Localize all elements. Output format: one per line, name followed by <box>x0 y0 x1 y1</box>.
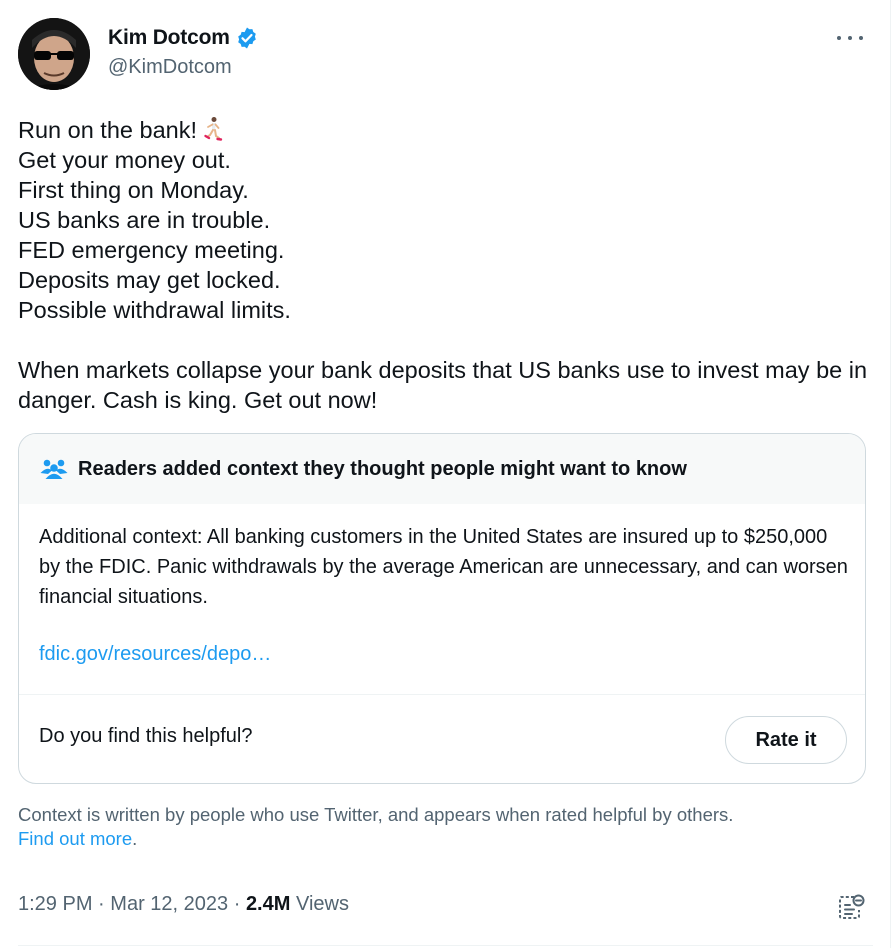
tweet-meta: 1:29 PM · Mar 12, 2023 · 2.4M Views <box>18 893 349 916</box>
tweet-line: Run on the bank! <box>18 115 878 145</box>
find-out-more-link[interactable]: Find out more <box>18 828 132 849</box>
tweet-date[interactable]: Mar 12, 2023 <box>110 893 228 915</box>
rate-it-button[interactable]: Rate it <box>725 716 847 764</box>
people-icon <box>39 458 69 480</box>
tweet-line: Get your money out. <box>18 147 231 173</box>
tweet-time[interactable]: 1:29 PM <box>18 893 92 915</box>
community-note-source-link[interactable]: fdic.gov/resources/depo… <box>39 643 271 666</box>
author-info: Kim Dotcom @KimDotcom <box>108 24 259 79</box>
tweet-line: First thing on Monday. <box>18 177 249 203</box>
tweet-paragraph: When markets collapse your bank deposits… <box>18 357 868 413</box>
views-count: 2.4M <box>245 893 291 915</box>
avatar[interactable] <box>18 18 90 90</box>
divider <box>19 694 865 695</box>
tweet-line: US banks are in trouble. <box>18 207 271 233</box>
person-running-emoji-icon <box>203 116 223 142</box>
tweet-header: Kim Dotcom @KimDotcom <box>18 18 873 92</box>
tweet-line: FED emergency meeting. <box>18 237 285 263</box>
separator: · <box>98 893 105 915</box>
community-note: Readers added context they thought peopl… <box>18 433 866 784</box>
helpful-prompt: Do you find this helpful? <box>39 725 253 747</box>
disclaimer-text: Context is written by people who use Twi… <box>18 804 734 825</box>
disclaimer-suffix: . <box>132 828 138 849</box>
tweet-text: Run on the bank! Get your money out. Fir… <box>18 115 878 415</box>
tweet: Kim Dotcom @KimDotcom Run on the bank! G… <box>0 0 891 948</box>
display-name[interactable]: Kim Dotcom <box>108 26 230 50</box>
divider <box>18 945 873 946</box>
verified-badge-icon[interactable] <box>235 26 259 50</box>
community-note-title: Readers added context they thought peopl… <box>78 457 687 480</box>
separator: · <box>233 893 241 915</box>
analytics-icon[interactable] <box>837 893 865 921</box>
views-label: Views <box>295 893 349 915</box>
community-note-body: Additional context: All banking customer… <box>39 526 848 608</box>
community-note-header: Readers added context they thought peopl… <box>19 434 865 504</box>
tweet-line: Deposits may get locked. <box>18 267 281 293</box>
ellipsis-icon[interactable] <box>837 28 863 48</box>
name-row: Kim Dotcom <box>108 24 259 52</box>
user-handle[interactable]: @KimDotcom <box>108 56 259 79</box>
community-note-disclaimer: Context is written by people who use Twi… <box>18 803 878 851</box>
tweet-line: Possible withdrawal limits. <box>18 297 291 323</box>
